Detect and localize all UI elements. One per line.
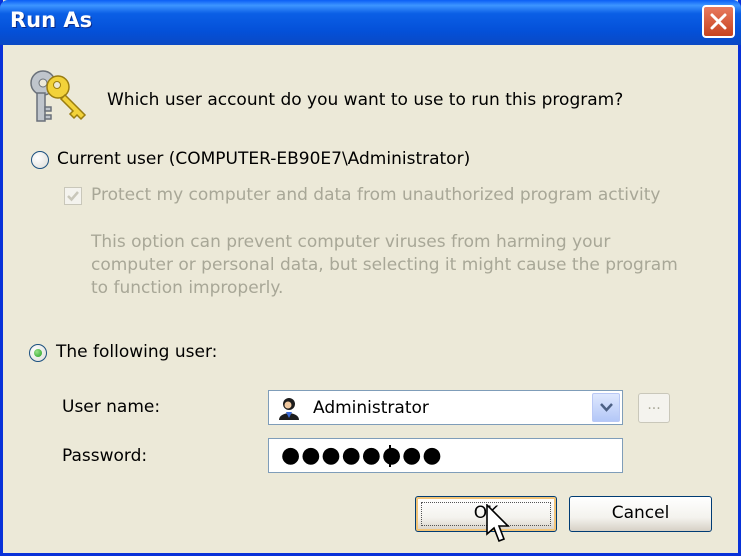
username-value: Administrator [313, 398, 429, 418]
password-label: Password: [62, 446, 148, 466]
protect-label[interactable]: Protect my computer and data from unauth… [91, 185, 660, 205]
following-user-radio[interactable] [29, 344, 47, 362]
title-bar[interactable]: Run As [0, 0, 741, 45]
password-field[interactable]: ●●●●●●●● [268, 438, 623, 473]
text-caret [389, 445, 391, 467]
password-mask: ●●●●●●●● [281, 443, 443, 468]
close-button[interactable] [702, 5, 735, 38]
following-user-label[interactable]: The following user: [56, 342, 217, 362]
chevron-down-icon [600, 403, 613, 412]
close-icon [710, 13, 727, 30]
current-user-radio[interactable] [31, 151, 49, 169]
check-icon [67, 191, 79, 202]
run-as-dialog: Run As Which user account do you want to… [0, 0, 741, 556]
description-line: to function improperly. [91, 278, 284, 298]
keys-icon [30, 70, 87, 122]
description-line: computer or personal data, but selecting… [91, 255, 678, 275]
cancel-label: Cancel [611, 503, 670, 523]
cancel-button[interactable]: Cancel [569, 496, 712, 532]
current-user-label[interactable]: Current user (COMPUTER-EB90E7\Administra… [57, 149, 470, 169]
username-dropdown-button[interactable] [592, 393, 620, 422]
username-combobox[interactable]: Administrator [268, 390, 623, 425]
user-icon [279, 398, 299, 420]
protect-checkbox[interactable] [64, 187, 82, 205]
description-line: This option can prevent computer viruses… [91, 232, 611, 252]
browse-button[interactable]: ... [638, 393, 670, 423]
protect-description: This option can prevent computer viruses… [91, 231, 741, 300]
cursor-icon [486, 504, 510, 543]
dialog-body: Which user account do you want to use to… [3, 45, 738, 553]
window-title: Run As [10, 8, 93, 32]
username-label: User name: [62, 397, 161, 417]
question-text: Which user account do you want to use to… [107, 90, 624, 110]
